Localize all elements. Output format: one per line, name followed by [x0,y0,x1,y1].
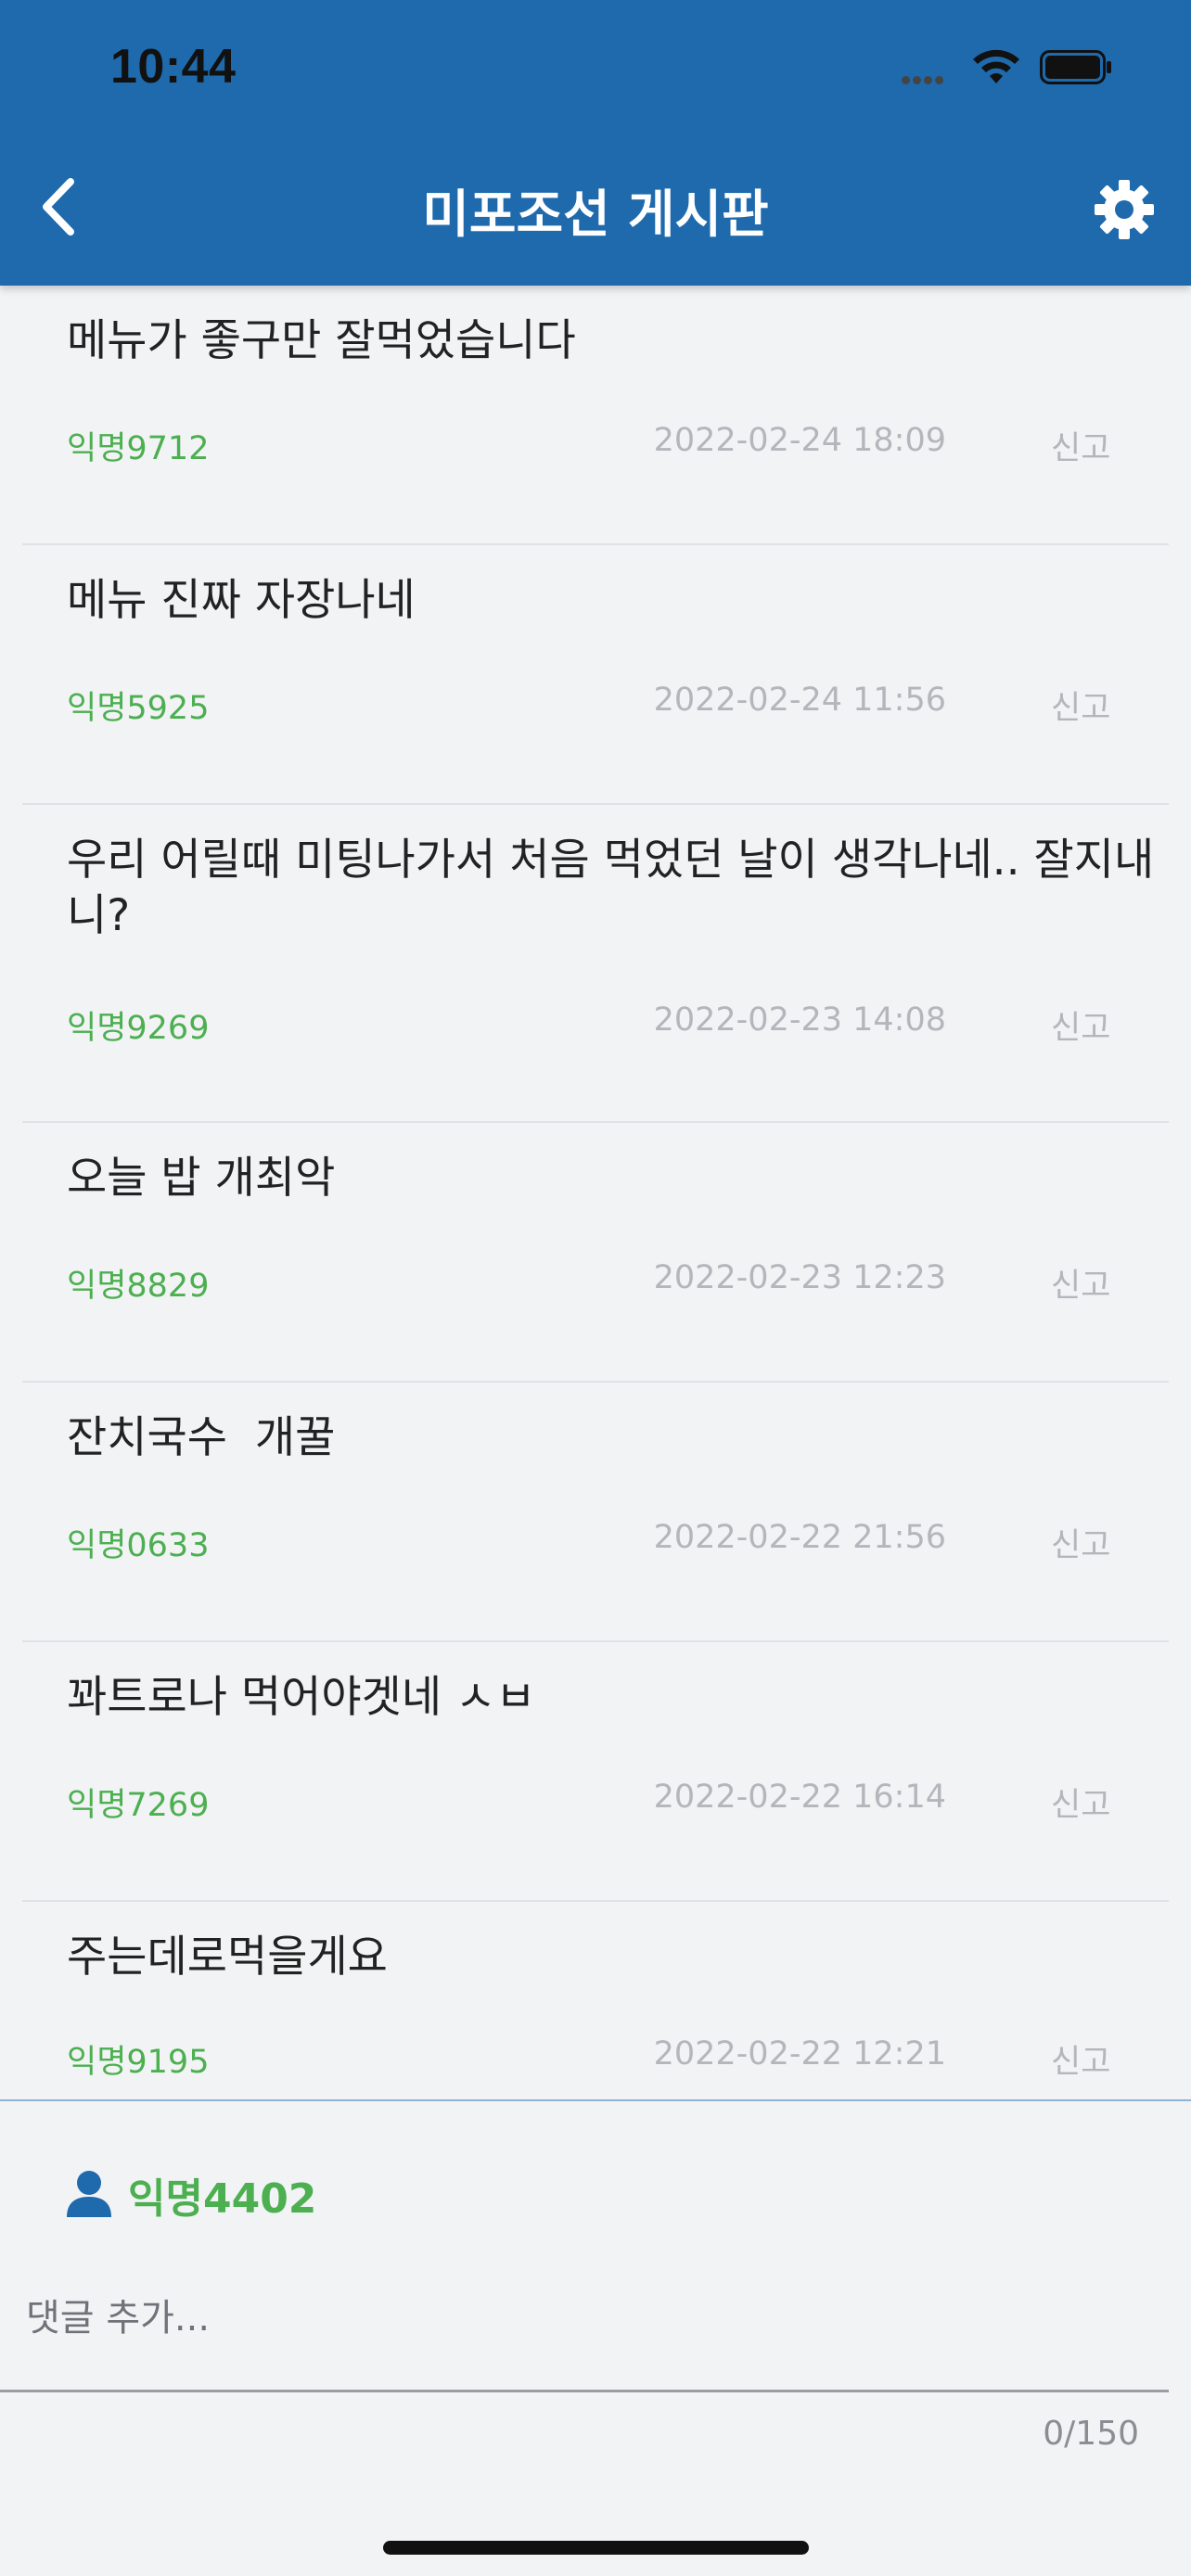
report-button[interactable]: 신고 [1051,1259,1110,1307]
post-author: 익명9712 [67,430,210,467]
post-text: 우리 어릴때 미팅나가서 처음 먹었던 날이 생각나네.. 잘지내니? [67,835,1155,941]
settings-button[interactable] [1095,180,1154,239]
post-text: 잔치국수 개꿀 [67,1412,336,1463]
post-text: 주는데로먹을게요 [67,1932,388,1983]
composer-user-name: 익명4402 [128,2175,317,2223]
post-text: 메뉴가 좋구만 잘먹었습니다 [67,315,576,366]
post-meta: 익명8829 2022-02-23 12:23 신고 [67,1259,1169,1305]
status-time: 10:44 [110,40,237,94]
post-author: 익명9269 [67,1010,210,1047]
report-button[interactable]: 신고 [1051,2035,1110,2083]
list-item[interactable]: 꽈트로나 먹어야겟네 ㅅㅂ 익명7269 2022-02-22 16:14 신고 [22,1642,1169,1902]
post-date: 2022-02-23 12:23 [653,1259,946,1296]
list-item[interactable]: 주는데로먹을게요 익명9195 2022-02-22 12:21 신고 [22,1902,1169,2099]
input-underline [0,2390,1169,2392]
app-header: 10:44 미포조선 게시판 [0,0,1191,286]
post-author: 익명0633 [67,1527,210,1564]
post-meta: 익명7269 2022-02-22 16:14 신고 [67,1779,1169,1824]
signal-icon [902,70,946,88]
post-date: 2022-02-24 11:56 [653,682,946,719]
post-date: 2022-02-22 12:21 [653,2035,946,2072]
post-date: 2022-02-23 14:08 [653,1001,946,1039]
post-meta: 익명9269 2022-02-23 14:08 신고 [67,1001,1169,1047]
report-button[interactable]: 신고 [1051,1001,1110,1049]
post-meta: 익명9195 2022-02-22 12:21 신고 [67,2035,1169,2081]
list-item[interactable]: 오늘 밥 개최악 익명8829 2022-02-23 12:23 신고 [22,1123,1169,1383]
post-date: 2022-02-24 18:09 [653,422,946,459]
post-author: 익명7269 [67,1787,210,1824]
post-author: 익명8829 [67,1268,210,1305]
composer-divider [0,2099,1191,2101]
character-counter: 0/150 [1043,2415,1139,2453]
battery-icon [1040,50,1111,84]
post-text: 메뉴 진짜 자장나네 [67,575,416,626]
list-item[interactable]: 메뉴가 좋구만 잘먹었습니다 익명9712 2022-02-24 18:09 신… [22,286,1169,545]
post-author: 익명5925 [67,690,210,727]
page-title: 미포조선 게시판 [422,185,769,244]
post-meta: 익명5925 2022-02-24 11:56 신고 [67,682,1169,727]
report-button[interactable]: 신고 [1051,682,1110,729]
list-item[interactable]: 메뉴 진짜 자장나네 익명5925 2022-02-24 11:56 신고 [22,545,1169,805]
post-list[interactable]: 메뉴가 좋구만 잘먹었습니다 익명9712 2022-02-24 18:09 신… [22,286,1169,2099]
post-date: 2022-02-22 16:14 [653,1779,946,1816]
person-icon [67,2171,111,2217]
post-meta: 익명9712 2022-02-24 18:09 신고 [67,422,1169,467]
report-button[interactable]: 신고 [1051,422,1110,469]
post-date: 2022-02-22 21:56 [653,1519,946,1556]
post-text: 꽈트로나 먹어야겟네 ㅅㅂ [67,1672,536,1723]
post-text: 오늘 밥 개최악 [67,1153,336,1204]
post-meta: 익명0633 2022-02-22 21:56 신고 [67,1519,1169,1564]
comment-input[interactable] [26,2290,1167,2346]
home-indicator[interactable] [383,2541,809,2555]
report-button[interactable]: 신고 [1051,1519,1110,1566]
wifi-icon [973,49,1019,83]
post-author: 익명9195 [67,2044,210,2081]
list-item[interactable]: 잔치국수 개꿀 익명0633 2022-02-22 21:56 신고 [22,1383,1169,1642]
report-button[interactable]: 신고 [1051,1779,1110,1826]
list-item[interactable]: 우리 어릴때 미팅나가서 처음 먹었던 날이 생각나네.. 잘지내니? 익명92… [22,805,1169,1123]
